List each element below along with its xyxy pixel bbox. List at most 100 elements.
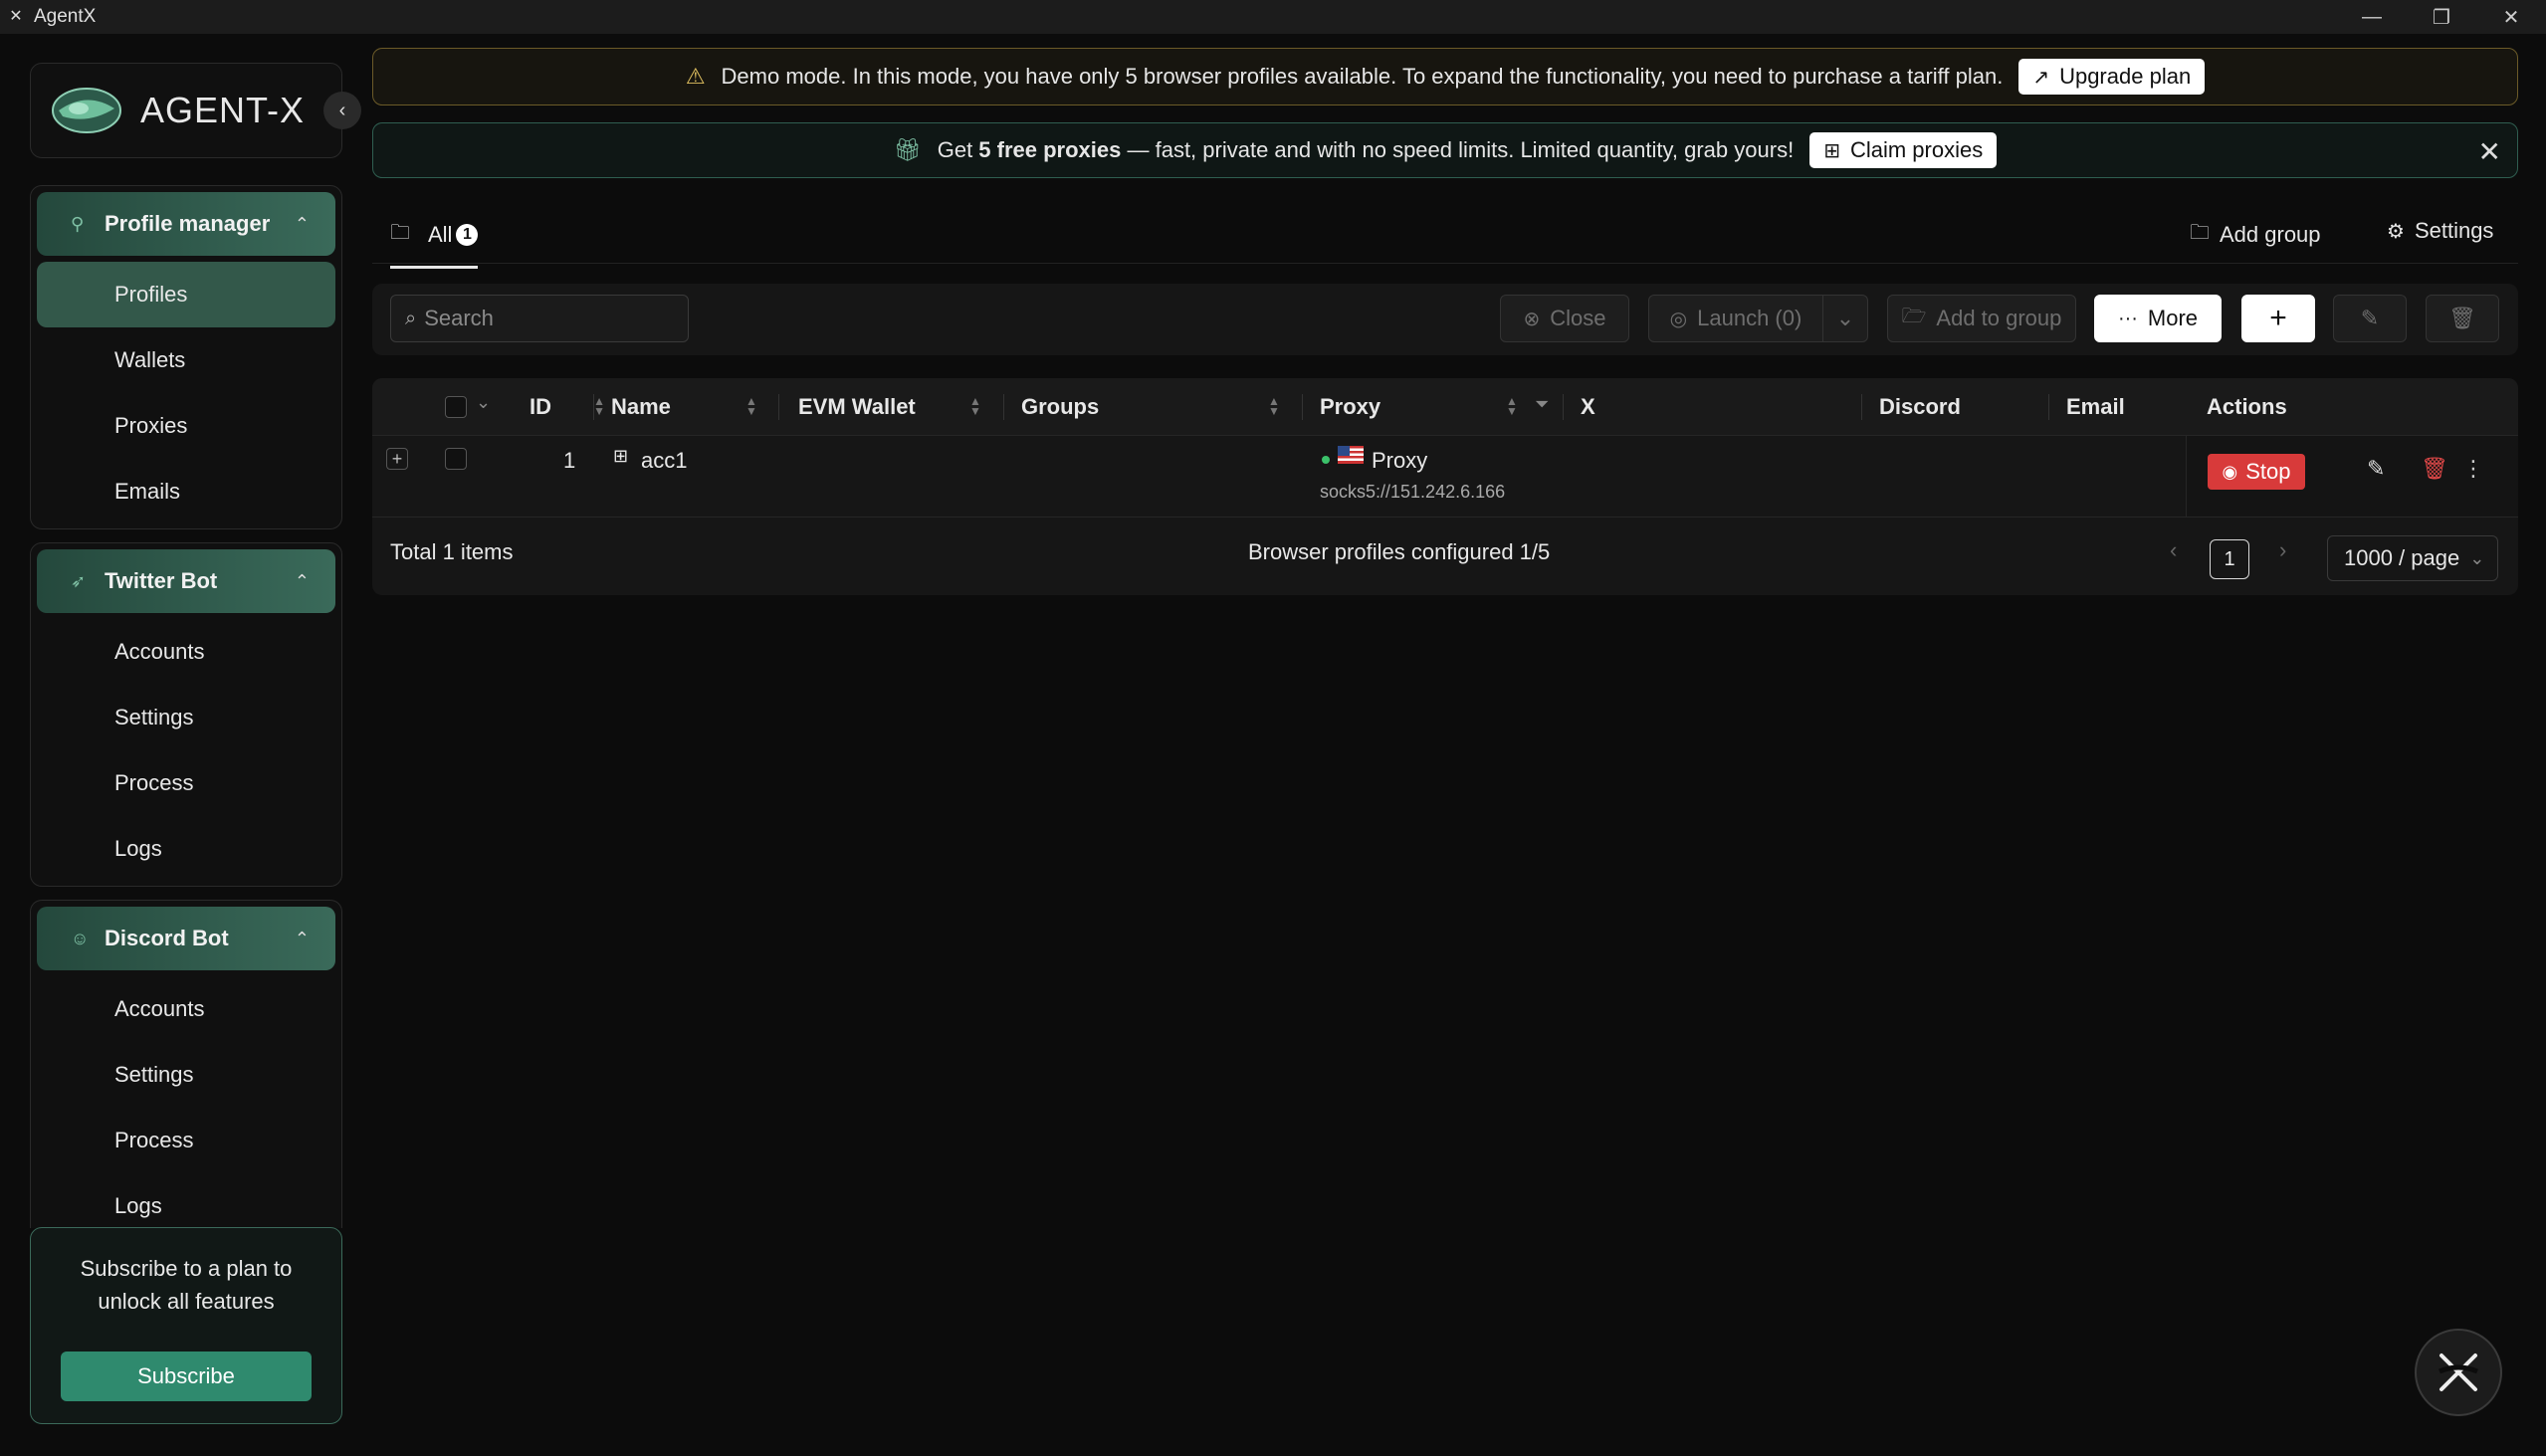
column-groups[interactable]: Groups	[1021, 378, 1220, 436]
table-row[interactable]: + 1 ⊞ acc1 Proxy socks5://151.242.6.166	[372, 436, 2518, 518]
window-titlebar: ✕ AgentX — ❐ ✕	[0, 0, 2546, 34]
collapse-sidebar-button[interactable]: ‹	[323, 92, 361, 129]
sidebar-item-discord-settings[interactable]: Settings	[37, 1042, 335, 1108]
close-icon[interactable]: ✕	[2478, 135, 2501, 168]
table-footer: Total 1 items Browser profiles configure…	[372, 518, 2518, 595]
column-groups-label: Groups	[1021, 394, 1100, 419]
trash-icon: 🗑︎	[2448, 306, 2476, 330]
chevron-up-icon: ⌃	[294, 570, 310, 591]
sidebar-item-emails[interactable]: Emails	[37, 459, 335, 524]
app-icon: ✕	[9, 8, 23, 25]
column-discord[interactable]: Discord	[1879, 378, 2018, 436]
column-divider	[593, 394, 594, 420]
proxy-banner-text: Get 5 free proxies — fast, private and w…	[938, 137, 1794, 163]
row-name[interactable]: acc1	[641, 448, 687, 474]
sort-icon[interactable]: ▲ ▼	[745, 395, 757, 417]
demo-banner-text: Demo mode. In this mode, you have only 5…	[721, 64, 2004, 89]
sidebar-item-twitter-process[interactable]: Process	[37, 750, 335, 816]
column-email[interactable]: Email	[2066, 378, 2176, 436]
proxy-banner-suffix: — fast, private and with no speed limits…	[1121, 137, 1795, 162]
trash-icon[interactable]: 🗑︎	[2421, 456, 2448, 482]
launch-options-dropdown[interactable]: ⌄	[1822, 295, 1868, 342]
section-title: Profile manager	[105, 211, 271, 236]
subscribe-button[interactable]: Subscribe	[61, 1352, 312, 1401]
more-vertical-icon[interactable]: ⋮	[2448, 456, 2498, 482]
column-x[interactable]: X	[1581, 378, 1680, 436]
column-actions-label: Actions	[2207, 394, 2287, 419]
sidebar-section-profile-manager: ⚲ Profile manager ⌃ Profiles Wallets Pro…	[30, 185, 342, 529]
column-evm-wallet[interactable]: EVM Wallet	[798, 378, 967, 436]
chevron-left-icon: ‹	[338, 99, 346, 121]
launch-button[interactable]: ◎ Launch (0)	[1648, 295, 1823, 342]
sort-icon[interactable]: ▲ ▼	[969, 395, 981, 417]
add-group-label: Add group	[2220, 222, 2321, 247]
filter-icon[interactable]: ⏷	[1535, 394, 1549, 415]
sort-icon[interactable]: ▲ ▼	[1506, 395, 1518, 417]
proxy-status-dot	[1322, 456, 1330, 464]
gift-icon: 🎁︎	[893, 137, 922, 162]
twitter-icon: ➶	[71, 571, 87, 591]
prev-page-icon[interactable]: ‹	[2170, 537, 2177, 563]
folder-plus-icon: 🗀	[2190, 222, 2210, 244]
add-to-group-button[interactable]: 🗁 Add to group	[1887, 295, 2076, 342]
column-proxy[interactable]: Proxy	[1320, 378, 1469, 436]
search-input[interactable]	[424, 306, 664, 331]
subscribe-text: Subscribe to a plan to unlock all featur…	[80, 1256, 293, 1314]
minimize-icon[interactable]: —	[2337, 0, 2407, 34]
upgrade-plan-button[interactable]: ↗ Upgrade plan	[2018, 59, 2206, 95]
section-header-profile-manager[interactable]: ⚲ Profile manager ⌃	[37, 192, 335, 256]
demo-mode-banner: ⚠ Demo mode. In this mode, you have only…	[372, 48, 2518, 105]
edit-icon[interactable]: ✎	[2367, 456, 2385, 482]
tab-all[interactable]: 🗀 All 1	[390, 218, 479, 269]
chevron-down-icon[interactable]: ⌄	[476, 392, 491, 413]
select-all-checkbox[interactable]	[445, 396, 467, 418]
add-to-group-label: Add to group	[1936, 306, 2062, 330]
edit-selected-button[interactable]: ✎	[2333, 295, 2407, 342]
section-title: Discord Bot	[105, 926, 229, 950]
settings-button[interactable]: ⚙ Settings	[2387, 218, 2493, 244]
sort-icon: ▲ ▼	[593, 394, 605, 418]
gear-icon: ⚙	[2387, 220, 2405, 243]
sidebar-item-wallets[interactable]: Wallets	[37, 327, 335, 393]
section-header-discord-bot[interactable]: ☺ Discord Bot ⌃	[37, 907, 335, 970]
upgrade-plan-label: Upgrade plan	[2059, 64, 2192, 89]
delete-selected-button[interactable]: 🗑︎	[2426, 295, 2499, 342]
next-page-icon[interactable]: ›	[2279, 537, 2286, 563]
column-id-label: ID	[530, 394, 551, 419]
restore-icon[interactable]: ❐	[2407, 0, 2476, 34]
sidebar-item-discord-process[interactable]: Process	[37, 1108, 335, 1173]
claim-proxies-button[interactable]: ⊞ Claim proxies	[1809, 132, 1998, 168]
sidebar-item-twitter-settings[interactable]: Settings	[37, 685, 335, 750]
more-button[interactable]: ··· More	[2094, 295, 2222, 342]
add-profile-button[interactable]: +	[2241, 295, 2315, 342]
window-title: AgentX	[34, 6, 97, 27]
sidebar-item-profiles[interactable]: Profiles	[37, 262, 335, 327]
sidebar-item-twitter-accounts[interactable]: Accounts	[37, 619, 335, 685]
total-items: Total 1 items	[390, 539, 514, 564]
sidebar-item-discord-accounts[interactable]: Accounts	[37, 976, 335, 1042]
brand-logo-icon	[52, 88, 121, 133]
stop-button[interactable]: ◉ Stop	[2208, 454, 2305, 490]
column-id[interactable]: ID ▲ ▼	[530, 378, 617, 436]
column-divider	[778, 394, 779, 420]
chevron-down-icon: ⌄	[2469, 547, 2485, 568]
column-name[interactable]: Name	[611, 378, 760, 436]
add-group-button[interactable]: 🗀 Add group	[2190, 218, 2321, 252]
column-x-label: X	[1581, 394, 1595, 419]
row-checkbox[interactable]	[445, 448, 467, 470]
launch-label: Launch (0)	[1697, 306, 1803, 330]
sidebar-item-twitter-logs[interactable]: Logs	[37, 816, 335, 882]
section-title: Twitter Bot	[105, 568, 218, 593]
tab-all-label: All	[428, 222, 453, 247]
sidebar-item-proxies[interactable]: Proxies	[37, 393, 335, 459]
agentx-floating-button[interactable]	[2415, 1329, 2502, 1416]
column-divider	[2048, 394, 2049, 420]
close-window-icon[interactable]: ✕	[2476, 0, 2546, 34]
section-header-twitter-bot[interactable]: ➶ Twitter Bot ⌃	[37, 549, 335, 613]
page-size-select[interactable]: 1000 / page ⌄	[2327, 535, 2498, 581]
sort-icon[interactable]: ▲ ▼	[1268, 395, 1280, 417]
page-number-button[interactable]: 1	[2210, 539, 2249, 579]
expand-row-icon[interactable]: +	[386, 448, 408, 470]
row-proxy-label[interactable]: Proxy	[1372, 448, 1427, 474]
close-button[interactable]: ⊗ Close	[1500, 295, 1629, 342]
